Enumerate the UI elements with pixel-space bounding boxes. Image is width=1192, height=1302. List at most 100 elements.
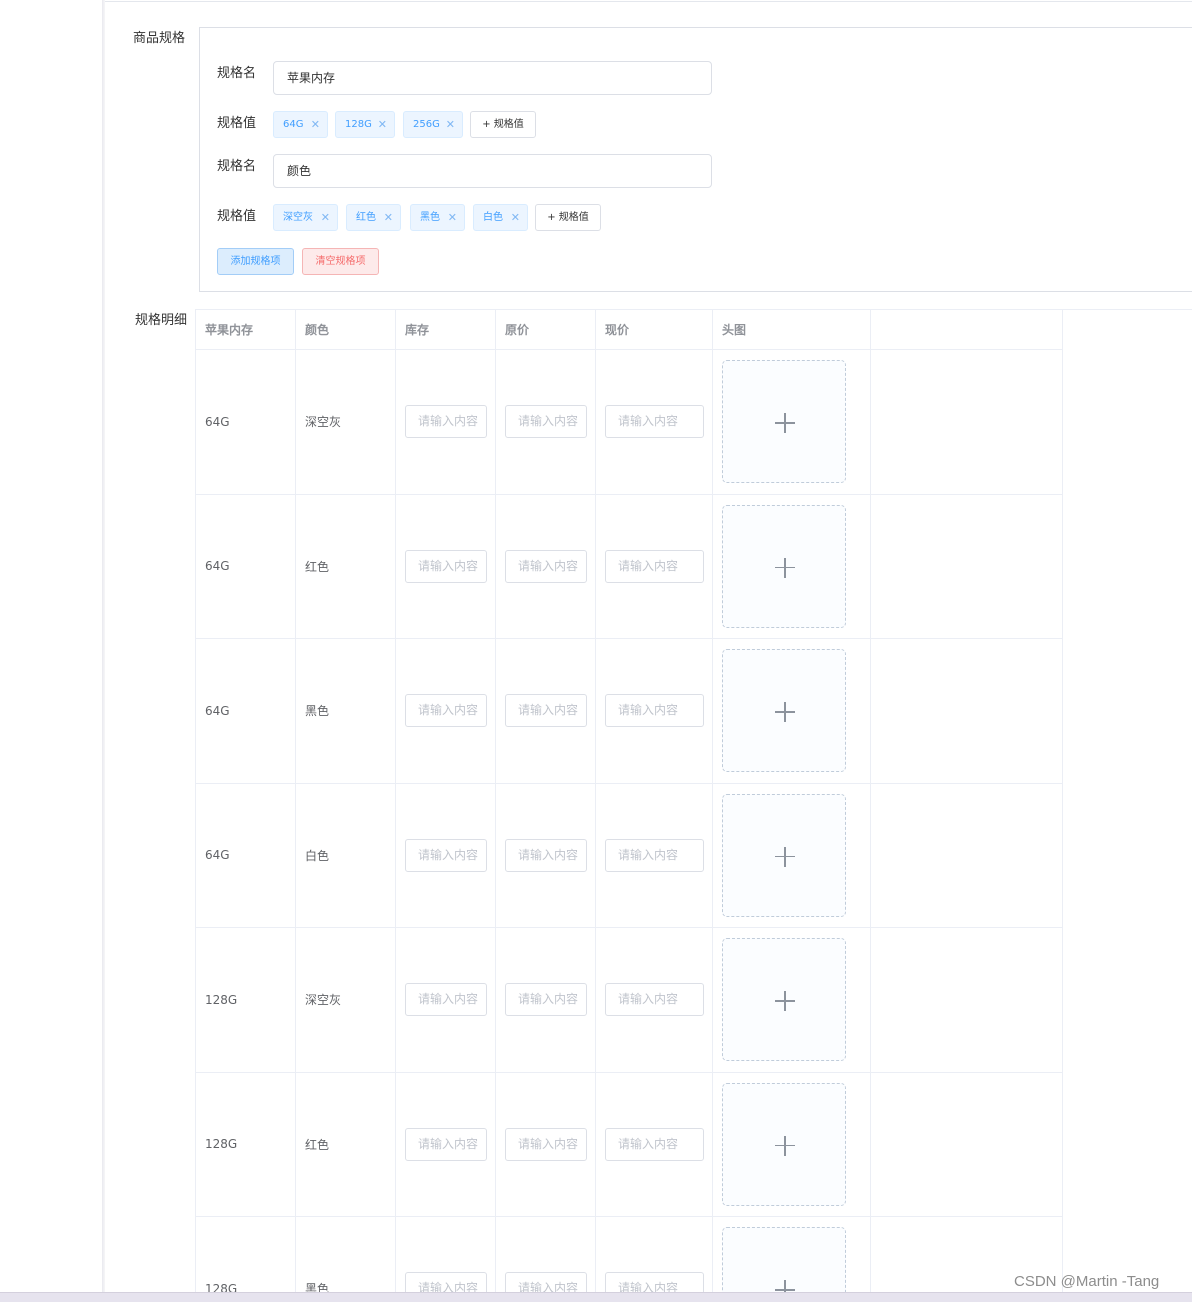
- color-cell: 深空灰: [305, 993, 342, 1008]
- empty-cell: [870, 1071, 1063, 1217]
- column-header: 苹果内存: [195, 309, 296, 350]
- close-icon[interactable]: ✕: [378, 112, 387, 137]
- spec-value-tag: 深空灰 ✕: [273, 204, 338, 231]
- current-price-input[interactable]: 请输入内容: [605, 694, 704, 728]
- top-divider: [105, 1, 1192, 2]
- original-price-input[interactable]: 请输入内容: [505, 694, 587, 728]
- color-cell: 深空灰: [305, 415, 342, 430]
- stock-input[interactable]: 请输入内容: [405, 405, 487, 439]
- stock-input[interactable]: 请输入内容: [405, 694, 487, 728]
- memory-cell: 128G: [205, 992, 238, 1007]
- column-header: 颜色: [295, 309, 396, 350]
- spec-name-label: 规格名: [217, 66, 257, 81]
- empty-cell: [870, 349, 1063, 495]
- original-price-input[interactable]: 请输入内容: [505, 1127, 587, 1161]
- tag-text: 64G: [283, 119, 304, 130]
- original-price-input[interactable]: 请输入内容: [505, 549, 587, 583]
- stock-input[interactable]: 请输入内容: [405, 549, 487, 583]
- spec-editor-box: 规格名 苹果内存 规格值 64G ✕ 128G ✕ 256G ✕ + 规格值 规…: [199, 27, 1192, 292]
- plus-icon: [784, 557, 786, 578]
- image-uploader[interactable]: [722, 360, 846, 484]
- close-icon[interactable]: ✕: [511, 205, 520, 230]
- tag-text: 黑色: [420, 212, 440, 223]
- spec-detail-table: 苹果内存 颜色 库存 原价 现价 头图 64G 深空灰 请输入内容 请输入内容 请输入内…: [195, 309, 1192, 1302]
- memory-cell: 64G: [205, 559, 230, 574]
- detail-section-label: 规格明细: [135, 313, 188, 328]
- tag-text: 红色: [356, 212, 376, 223]
- original-price-input[interactable]: 请输入内容: [505, 405, 587, 439]
- empty-cell: [870, 782, 1063, 928]
- original-price-input[interactable]: 请输入内容: [505, 838, 587, 872]
- spec-value-tag: 64G ✕: [273, 111, 328, 138]
- close-icon[interactable]: ✕: [446, 112, 455, 137]
- image-uploader[interactable]: [722, 793, 846, 917]
- add-spec-item-button[interactable]: 添加规格项: [217, 248, 294, 275]
- color-cell: 白色: [305, 848, 330, 863]
- current-price-input[interactable]: 请输入内容: [605, 838, 704, 872]
- add-spec-value-button[interactable]: + 规格值: [535, 204, 601, 231]
- color-cell: 黑色: [305, 704, 330, 719]
- table-row: 64G 深空灰 请输入内容 请输入内容 请输入内容: [195, 349, 1192, 495]
- table-filler: [1062, 783, 1192, 928]
- spec-value-tag: 白色 ✕: [473, 204, 528, 231]
- column-header: 库存: [395, 309, 496, 350]
- color-cell: 红色: [305, 559, 330, 574]
- stock-input[interactable]: 请输入内容: [405, 1127, 487, 1161]
- left-gutter: [0, 0, 102, 1302]
- close-icon[interactable]: ✕: [384, 205, 393, 230]
- spec-value-tag: 256G ✕: [403, 111, 463, 138]
- column-header: 头图: [712, 309, 871, 350]
- column-header-empty: [870, 309, 1063, 350]
- close-icon[interactable]: ✕: [321, 205, 330, 230]
- image-uploader[interactable]: [722, 504, 846, 628]
- add-spec-value-button[interactable]: + 规格值: [470, 111, 536, 138]
- color-cell: 红色: [305, 1137, 330, 1152]
- spec-value-tag: 128G ✕: [335, 111, 395, 138]
- memory-cell: 64G: [205, 414, 230, 429]
- stock-input[interactable]: 请输入内容: [405, 838, 487, 872]
- table-row: 64G 红色 请输入内容 请输入内容 请输入内容: [195, 493, 1192, 639]
- tag-text: 深空灰: [283, 212, 313, 223]
- image-uploader[interactable]: [722, 1227, 846, 1302]
- watermark: CSDN @Martin -Tang: [1014, 1273, 1160, 1290]
- current-price-input[interactable]: 请输入内容: [605, 1127, 704, 1161]
- spec-value-tag: 红色 ✕: [346, 204, 401, 231]
- column-header: 原价: [495, 309, 596, 350]
- column-header: 现价: [595, 309, 713, 350]
- gutter-divider: [102, 0, 105, 1302]
- memory-cell: 64G: [205, 703, 230, 718]
- current-price-input[interactable]: 请输入内容: [605, 549, 704, 583]
- table-row: 64G 黑色 请输入内容 请输入内容 请输入内容: [195, 638, 1192, 784]
- close-icon[interactable]: ✕: [311, 112, 320, 137]
- plus-icon: [784, 1135, 786, 1156]
- spec-value-label: 规格值: [217, 116, 257, 131]
- plus-icon: [784, 413, 786, 434]
- spec-name-input-1[interactable]: 苹果内存: [273, 61, 712, 95]
- plus-icon: [784, 846, 786, 867]
- spec-name-label: 规格名: [217, 159, 257, 174]
- plus-icon: [784, 702, 786, 723]
- clear-spec-items-button[interactable]: 清空规格项: [302, 248, 379, 275]
- bottom-bar: [0, 1292, 1192, 1302]
- table-filler: [1062, 309, 1192, 350]
- original-price-input[interactable]: 请输入内容: [505, 983, 587, 1017]
- empty-cell: [870, 638, 1063, 784]
- close-icon[interactable]: ✕: [448, 205, 457, 230]
- tag-text: 白色: [483, 212, 503, 223]
- spec-value-label: 规格值: [217, 209, 257, 224]
- current-price-input[interactable]: 请输入内容: [605, 983, 704, 1017]
- table-row: 128G 红色 请输入内容 请输入内容 请输入内容: [195, 1071, 1192, 1217]
- current-price-input[interactable]: 请输入内容: [605, 405, 704, 439]
- table-filler: [1062, 349, 1192, 494]
- empty-cell: [870, 493, 1063, 639]
- image-uploader[interactable]: [722, 649, 846, 773]
- table-filler: [1062, 927, 1192, 1072]
- table-filler: [1062, 1072, 1192, 1217]
- stock-input[interactable]: 请输入内容: [405, 983, 487, 1017]
- image-uploader[interactable]: [722, 1082, 846, 1206]
- spec-name-input-2[interactable]: 颜色: [273, 154, 712, 188]
- tag-text: 256G: [413, 119, 440, 130]
- image-uploader[interactable]: [722, 938, 846, 1062]
- table-row: 128G 深空灰 请输入内容 请输入内容 请输入内容: [195, 927, 1192, 1073]
- tag-text: 128G: [345, 119, 372, 130]
